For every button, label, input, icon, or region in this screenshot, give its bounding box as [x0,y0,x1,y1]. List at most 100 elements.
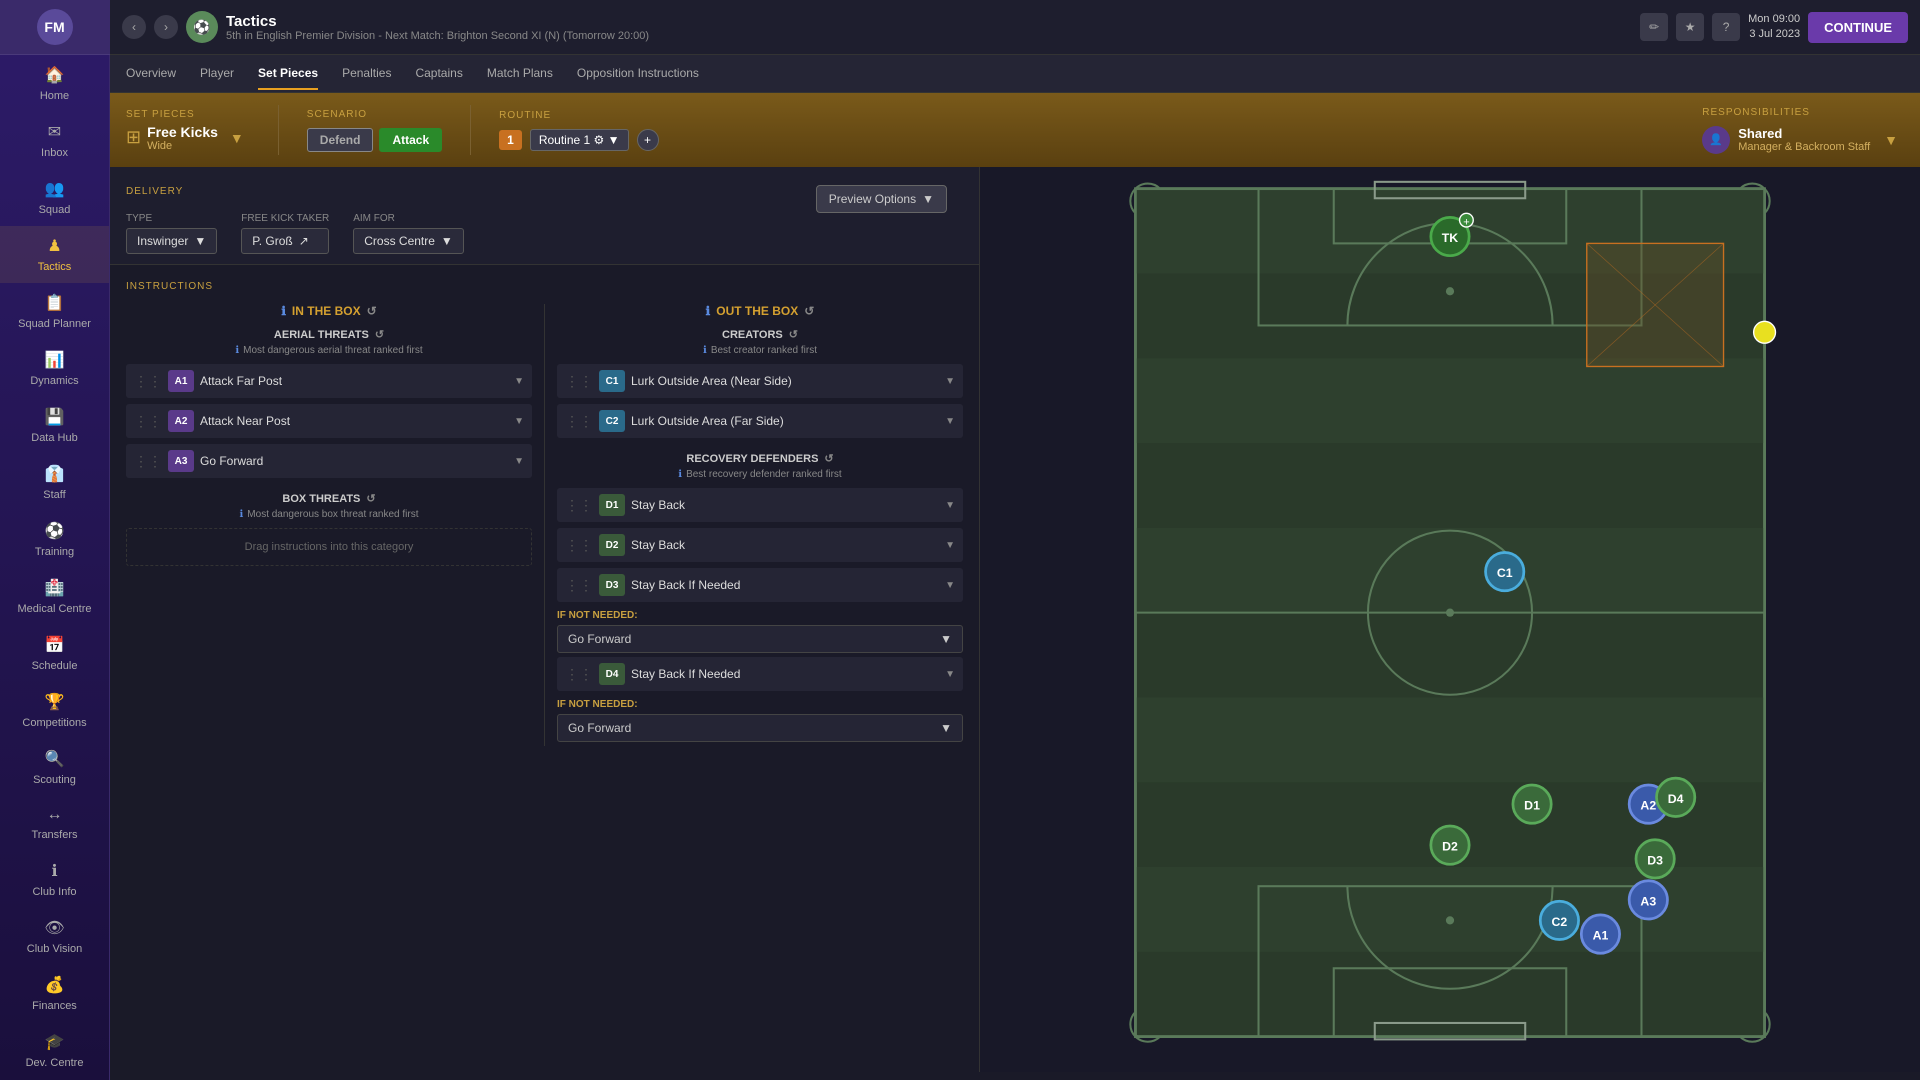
tab-player[interactable]: Player [200,58,234,90]
delivery-type-select[interactable]: Inswinger ▼ [126,228,217,254]
refresh-icon-2[interactable]: ↺ [804,304,814,318]
c1-chevron[interactable]: ▼ [945,376,955,387]
nav-back-button[interactable]: ‹ [122,15,146,39]
sidebar-item-dynamics[interactable]: 📊 Dynamics [0,340,109,397]
drag-handle-d1[interactable]: ⋮⋮ [565,497,593,514]
player-a2-label: A2 [1640,799,1656,813]
sidebar: FM 🏠 Home ✉ Inbox 👥 Squad ♟ Tactics 📋 Sq… [0,0,110,1080]
routine-name: Routine 1 [539,133,590,147]
taker-select[interactable]: P. Groß ↗ [241,228,329,254]
sidebar-item-data-hub[interactable]: 💾 Data Hub [0,397,109,454]
sidebar-label-inbox: Inbox [41,147,68,159]
top-penalty-spot [1446,287,1454,295]
drag-handle-a3[interactable]: ⋮⋮ [134,453,162,470]
drag-handle-d2[interactable]: ⋮⋮ [565,537,593,554]
sidebar-item-dev-centre[interactable]: 🎓 Dev. Centre [0,1022,109,1079]
responsibilities-dropdown-button[interactable]: ▼ [1878,130,1904,150]
sidebar-label-dev-centre: Dev. Centre [26,1057,84,1069]
tab-opposition[interactable]: Opposition Instructions [577,58,699,90]
drag-handle-c1[interactable]: ⋮⋮ [565,373,593,390]
set-piece-name-area: Free Kicks Wide [147,124,218,152]
tab-penalties[interactable]: Penalties [342,58,391,90]
sidebar-item-medical[interactable]: 🏥 Medical Centre [0,568,109,625]
attack-button[interactable]: Attack [379,128,442,152]
set-piece-type-section: SET PIECES ⊞ Free Kicks Wide ▼ [126,109,250,152]
delivery-type-label: TYPE [126,213,217,224]
continue-button[interactable]: CONTINUE [1808,12,1908,43]
hint-icon-3: ℹ [703,345,707,356]
box-threats-refresh-icon[interactable]: ↺ [366,492,375,505]
drag-handle-d3[interactable]: ⋮⋮ [565,577,593,594]
taker-label: FREE KICK TAKER [241,213,329,224]
tab-set-pieces[interactable]: Set Pieces [258,58,318,90]
add-routine-button[interactable]: + [637,129,659,151]
sidebar-label-staff: Staff [43,489,65,501]
a2-chevron[interactable]: ▼ [514,416,524,427]
tab-match-plans[interactable]: Match Plans [487,58,553,90]
preview-options-button[interactable]: Preview Options ▼ [816,185,947,213]
if-not-value-d4: Go Forward [568,721,631,735]
sidebar-item-squad-planner[interactable]: 📋 Squad Planner [0,283,109,340]
delivery-type-chevron: ▼ [194,234,206,248]
routine-select[interactable]: Routine 1 ⚙ ▼ [530,129,629,151]
refresh-icon-1[interactable]: ↺ [367,304,377,318]
sidebar-item-training[interactable]: ⚽ Training [0,511,109,568]
sidebar-label-scouting: Scouting [33,774,76,786]
sidebar-label-club-info: Club Info [32,886,76,898]
edit-button[interactable]: ✏ [1640,13,1668,41]
help-button[interactable]: ? [1712,13,1740,41]
sidebar-item-schedule[interactable]: 📅 Schedule [0,625,109,682]
sidebar-item-home[interactable]: 🏠 Home [0,55,109,112]
c2-chevron[interactable]: ▼ [945,416,955,427]
sidebar-item-finances[interactable]: 💰 Finances [0,965,109,1022]
drag-handle-c2[interactable]: ⋮⋮ [565,413,593,430]
sidebar-item-transfers[interactable]: ↔ Transfers [0,796,109,851]
recovery-refresh-icon[interactable]: ↺ [824,452,833,465]
tab-overview[interactable]: Overview [126,58,176,90]
pitch-svg: TK + A1 A2 A3 C1 [988,175,1912,1064]
d2-chevron[interactable]: ▼ [945,540,955,551]
defend-button[interactable]: Defend [307,128,374,152]
sidebar-item-inbox[interactable]: ✉ Inbox [0,112,109,169]
help-star-button[interactable]: ★ [1676,13,1704,41]
creators-refresh-icon[interactable]: ↺ [789,328,798,341]
sidebar-item-squad[interactable]: 👥 Squad [0,169,109,226]
nav-forward-button[interactable]: › [154,15,178,39]
d3-chevron[interactable]: ▼ [945,580,955,591]
set-piece-dropdown-button[interactable]: ▼ [224,128,250,148]
drag-handle-a2[interactable]: ⋮⋮ [134,413,162,430]
in-the-box-label: IN THE BOX [292,304,361,318]
sidebar-item-scouting[interactable]: 🔍 Scouting [0,739,109,796]
aim-select[interactable]: Cross Centre ▼ [353,228,464,254]
bottom-penalty-spot [1446,916,1454,924]
sidebar-label-transfers: Transfers [31,829,77,841]
player-d3-label: D3 [1647,853,1663,867]
player-d4-label: D4 [1668,792,1684,806]
responsibilities-area: 👤 Shared Manager & Backroom Staff ▼ [1702,126,1904,154]
sidebar-label-squad-planner: Squad Planner [18,318,91,330]
drag-handle-d4[interactable]: ⋮⋮ [565,666,593,683]
sidebar-item-tactics[interactable]: ♟ Tactics [0,226,109,283]
delivery-row: TYPE Inswinger ▼ FREE KICK TAKER P. Groß… [126,213,963,254]
drag-handle-a1[interactable]: ⋮⋮ [134,373,162,390]
if-not-select-d4[interactable]: Go Forward ▼ [557,714,963,742]
d4-chevron[interactable]: ▼ [945,669,955,680]
if-not-select-d3[interactable]: Go Forward ▼ [557,625,963,653]
sidebar-item-club-info[interactable]: ℹ Club Info [0,851,109,908]
a1-chevron[interactable]: ▼ [514,376,524,387]
free-kick-icon: ⊞ [126,127,141,148]
sidebar-item-competitions[interactable]: 🏆 Competitions [0,682,109,739]
badge-a3: A3 [168,450,194,472]
sidebar-item-staff[interactable]: 👔 Staff [0,454,109,511]
sidebar-item-club-vision[interactable]: 👁 Club Vision [0,908,109,965]
responsibilities-value: Shared [1738,126,1870,141]
creators-header: CREATORS ↺ [557,328,963,341]
recovery-defenders-label: RECOVERY DEFENDERS [686,453,818,465]
defender-d2: ⋮⋮ D2 Stay Back ▼ [557,528,963,562]
a3-chevron[interactable]: ▼ [514,456,524,467]
header-separator-1 [278,105,279,155]
aerial-threats-icon[interactable]: ↺ [375,328,384,341]
d1-chevron[interactable]: ▼ [945,500,955,511]
finances-icon: 💰 [45,975,65,995]
tab-captains[interactable]: Captains [415,58,462,90]
